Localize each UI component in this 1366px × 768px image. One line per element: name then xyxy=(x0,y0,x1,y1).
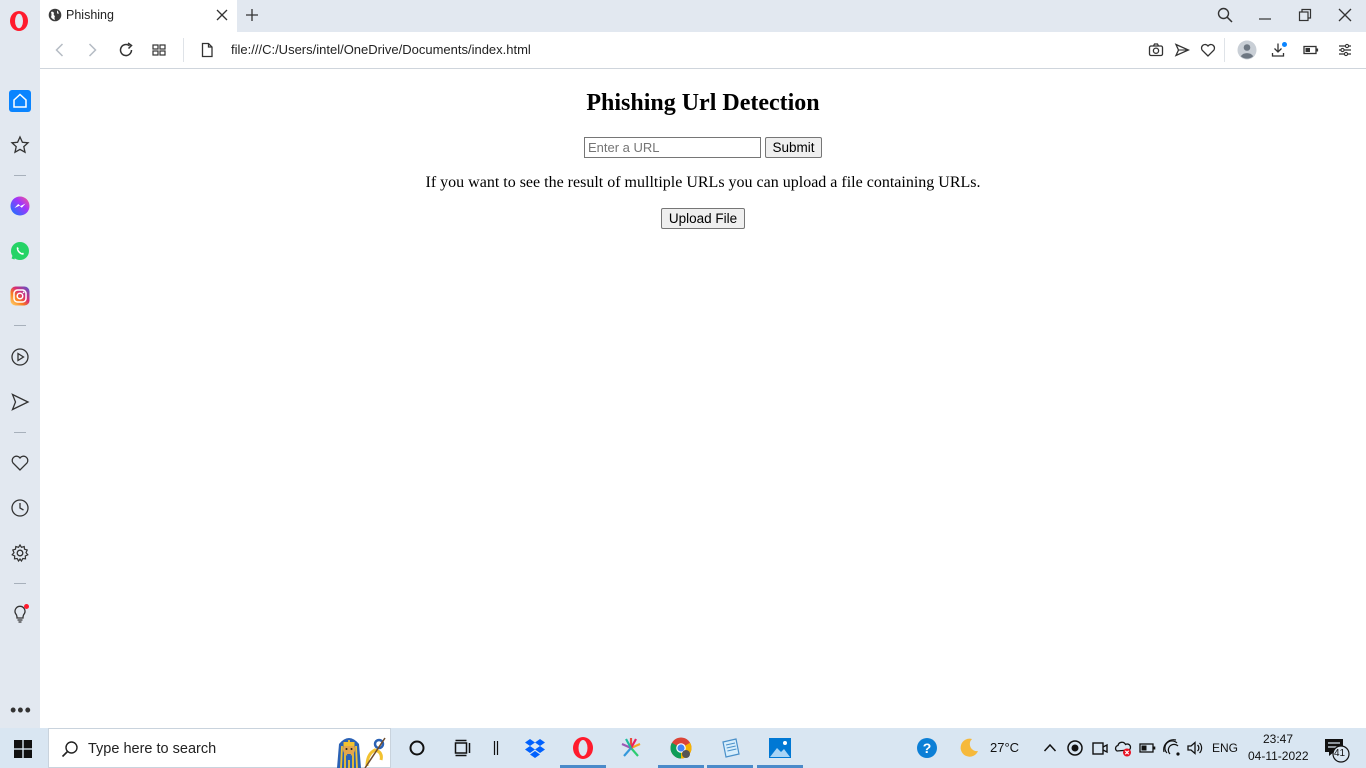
page-title: Phishing Url Detection xyxy=(586,90,820,116)
heart-icon[interactable] xyxy=(1200,42,1216,58)
tab-bar: Phishing xyxy=(0,0,1366,32)
sidebar-separator xyxy=(14,325,26,326)
cortana-icon[interactable] xyxy=(405,736,429,760)
battery-saver-icon[interactable] xyxy=(1303,42,1319,58)
submit-button[interactable]: Submit xyxy=(765,137,822,158)
more-options-icon[interactable]: ••• xyxy=(10,700,32,721)
weather-temperature[interactable]: 27°C xyxy=(990,740,1019,755)
photos-icon[interactable] xyxy=(768,736,792,760)
pinboard-heart-icon[interactable] xyxy=(10,453,30,473)
whatsapp-icon[interactable] xyxy=(10,241,30,261)
url-input[interactable] xyxy=(584,137,761,158)
pause-divider-icon[interactable] xyxy=(484,736,508,760)
sidebar-separator xyxy=(14,175,26,176)
task-view-icon[interactable] xyxy=(451,736,475,760)
record-icon[interactable] xyxy=(1066,739,1084,757)
onedrive-error-icon[interactable] xyxy=(1114,739,1132,757)
flow-send-icon[interactable] xyxy=(10,392,30,412)
address-separator xyxy=(183,38,184,62)
messenger-icon[interactable] xyxy=(10,196,30,216)
account-avatar-icon[interactable] xyxy=(1237,40,1257,60)
web-page: Phishing Url Detection Submit If you wan… xyxy=(40,70,1366,728)
new-tab-icon[interactable] xyxy=(245,8,259,22)
send-icon[interactable] xyxy=(1174,42,1190,58)
url-field[interactable]: file:///C:/Users/intel/OneDrive/Document… xyxy=(231,42,531,57)
back-icon[interactable] xyxy=(52,42,68,58)
opera-taskbar-icon[interactable] xyxy=(571,736,595,760)
forward-icon[interactable] xyxy=(84,42,100,58)
clock-date[interactable]: 04-11-2022 xyxy=(1248,749,1309,763)
notepad-icon[interactable] xyxy=(719,736,743,760)
wifi-icon[interactable] xyxy=(1163,739,1181,757)
pharaoh-doodle-icon xyxy=(337,737,386,768)
clock-time[interactable]: 23:47 xyxy=(1263,732,1293,746)
help-icon[interactable]: ? xyxy=(916,737,938,759)
sidebar-separator xyxy=(14,432,26,433)
volume-icon[interactable] xyxy=(1186,739,1204,757)
windows-start-icon[interactable] xyxy=(14,740,32,758)
search-placeholder: Type here to search xyxy=(88,741,217,757)
chrome-icon[interactable] xyxy=(669,736,693,760)
file-icon xyxy=(201,42,213,58)
tab-title: Phishing xyxy=(66,8,114,22)
upload-info-text: If you want to see the result of mulltip… xyxy=(425,174,981,191)
sidebar-separator xyxy=(14,583,26,584)
instagram-icon[interactable] xyxy=(10,286,30,306)
restore-icon[interactable] xyxy=(1297,7,1313,23)
home-icon[interactable] xyxy=(9,90,31,112)
reload-icon[interactable] xyxy=(118,42,134,58)
taskbar-search-box[interactable]: Type here to search xyxy=(48,728,391,768)
dropbox-icon[interactable] xyxy=(523,736,547,760)
bookmarks-icon[interactable] xyxy=(10,135,30,155)
svg-text:?: ? xyxy=(923,740,932,756)
tab-phishing[interactable]: Phishing xyxy=(40,0,237,32)
notification-count: 41 xyxy=(1334,748,1346,759)
search-tabs-icon[interactable] xyxy=(1217,7,1233,23)
globe-icon xyxy=(48,8,62,22)
sidebar: ••• xyxy=(0,32,40,728)
close-tab-icon[interactable] xyxy=(216,9,228,21)
close-window-icon[interactable] xyxy=(1337,7,1353,23)
player-icon[interactable] xyxy=(10,347,30,367)
minimize-icon[interactable] xyxy=(1257,7,1273,23)
history-icon[interactable] xyxy=(10,498,30,518)
windows-taskbar: Type here to search ? 27°C ENG 23:47 04-… xyxy=(0,728,1366,768)
address-bar: file:///C:/Users/intel/OneDrive/Document… xyxy=(40,32,1366,69)
weather-moon-icon[interactable] xyxy=(957,736,981,760)
chevron-up-icon[interactable] xyxy=(1042,740,1058,756)
pinwheel-app-icon[interactable] xyxy=(619,736,643,760)
download-icon[interactable] xyxy=(1271,42,1287,58)
address-separator xyxy=(1224,38,1225,62)
settings-gear-icon[interactable] xyxy=(10,543,30,563)
opera-logo-icon[interactable] xyxy=(8,10,30,32)
language-indicator[interactable]: ENG xyxy=(1212,741,1238,755)
upload-file-button[interactable]: Upload File xyxy=(661,208,745,229)
easy-setup-icon[interactable] xyxy=(1337,42,1353,58)
battery-icon[interactable] xyxy=(1139,739,1157,757)
camera-icon[interactable] xyxy=(1148,42,1164,58)
meet-now-icon[interactable] xyxy=(1091,739,1109,757)
search-icon xyxy=(61,741,78,758)
tiles-icon[interactable] xyxy=(151,42,167,58)
lightbulb-tips-icon[interactable] xyxy=(10,604,30,624)
